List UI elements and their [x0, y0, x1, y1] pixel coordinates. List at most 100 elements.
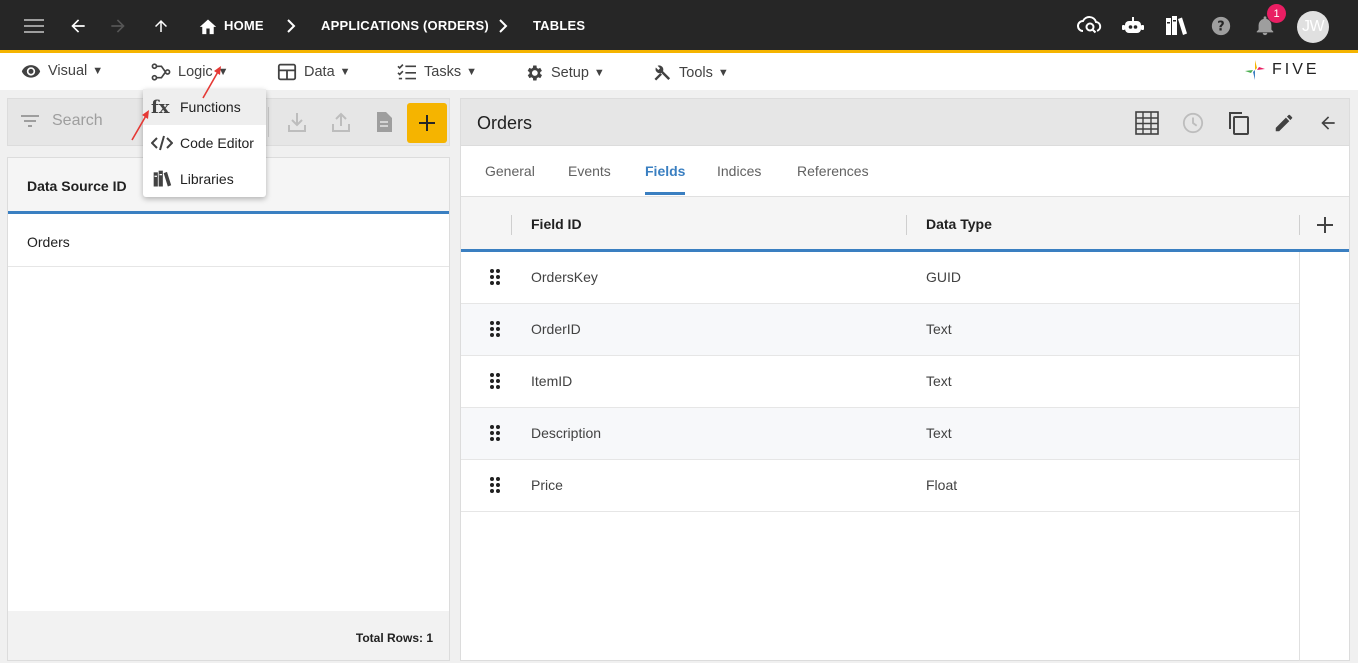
search-placeholder: Search	[52, 112, 103, 129]
gear-icon	[527, 65, 542, 81]
brand-text: FIVE	[1272, 61, 1320, 78]
drag-handle-icon[interactable]	[489, 320, 501, 338]
list-item-label: Orders	[27, 234, 70, 250]
back-arrow-icon[interactable]	[1315, 110, 1341, 136]
caret-down-icon: ▼	[466, 66, 477, 78]
tab-indices[interactable]: Indices	[717, 163, 761, 179]
notification-badge: 1	[1267, 4, 1286, 23]
grid-header: Field ID Data Type	[461, 196, 1349, 252]
form-title: Orders	[477, 113, 533, 133]
user-avatar[interactable]: JW	[1297, 11, 1329, 43]
cell-field-id: OrderID	[531, 321, 581, 337]
annotation-arrow-icon	[202, 66, 221, 99]
menu-item-libraries[interactable]: Libraries	[143, 161, 266, 197]
chevron-right-icon	[287, 19, 296, 33]
checklist-icon	[397, 64, 416, 80]
column-header-data-type[interactable]: Data Type	[926, 216, 992, 232]
menu-item-functions-label: Functions	[180, 99, 241, 115]
menu-item-code-editor[interactable]: Code Editor	[143, 125, 266, 161]
tab-events[interactable]: Events	[568, 163, 611, 179]
tools-icon	[654, 65, 671, 81]
forward-arrow-icon[interactable]	[104, 12, 132, 40]
menu-data-label: Data	[304, 64, 335, 80]
table-row[interactable]: Description Text	[461, 408, 1299, 460]
menu-data[interactable]: Data ▼	[277, 63, 351, 81]
logic-icon	[151, 63, 171, 81]
drag-handle-icon[interactable]	[489, 476, 501, 494]
upload-icon[interactable]	[328, 109, 354, 135]
add-field-plus-icon[interactable]	[1316, 216, 1334, 234]
table-row[interactable]: OrdersKey GUID	[461, 252, 1299, 304]
cell-data-type: GUID	[926, 269, 961, 285]
plus-icon	[419, 115, 435, 131]
breadcrumb-applications[interactable]: APPLICATIONS (ORDERS)	[321, 18, 489, 33]
form-tabs: General Events Fields Indices References	[460, 146, 1350, 196]
logic-dropdown-menu: fx Functions Code Editor Libraries	[143, 89, 266, 197]
tab-fields[interactable]: Fields	[645, 163, 685, 179]
column-header-data-source-id[interactable]: Data Source ID	[27, 178, 127, 194]
five-logo: FIVE	[1244, 59, 1320, 81]
menu-tasks-label: Tasks	[424, 64, 462, 80]
grid-view-icon[interactable]	[1134, 110, 1160, 136]
svg-text:?: ?	[1217, 20, 1224, 35]
cell-data-type: Text	[926, 425, 952, 441]
drag-handle-icon[interactable]	[489, 424, 501, 442]
chevron-right-icon	[499, 19, 508, 33]
annotation-arrow-icon	[131, 110, 149, 141]
table-row[interactable]: OrderID Text	[461, 304, 1299, 356]
column-header-field-id[interactable]: Field ID	[531, 216, 582, 232]
list-footer: Total Rows: 1	[8, 611, 449, 660]
edit-pencil-icon[interactable]	[1271, 110, 1297, 136]
caret-down-icon: ▼	[717, 67, 729, 79]
help-icon[interactable]: ?	[1207, 12, 1235, 40]
cell-data-type: Float	[926, 477, 958, 493]
table-row[interactable]: Price Float	[461, 460, 1299, 512]
add-record-button[interactable]	[407, 103, 447, 143]
breadcrumb-home[interactable]: HOME	[224, 18, 264, 33]
drag-handle-icon[interactable]	[489, 372, 501, 390]
history-clock-icon[interactable]	[1180, 110, 1206, 136]
cell-field-id: Price	[531, 477, 563, 493]
menu-visual[interactable]: Visual ▼	[21, 63, 103, 79]
library-books-icon[interactable]	[1162, 12, 1190, 40]
caret-down-icon: ▼	[92, 65, 104, 77]
back-arrow-icon[interactable]	[64, 12, 92, 40]
active-tab-indicator	[645, 192, 685, 195]
copy-icon[interactable]	[1226, 110, 1252, 136]
data-source-list: Data Source ID Orders Total Rows: 1	[7, 157, 450, 661]
search-input[interactable]: Search	[20, 112, 103, 130]
menu-item-libraries-label: Libraries	[180, 171, 234, 187]
download-icon[interactable]	[284, 109, 310, 135]
document-icon[interactable]	[371, 109, 397, 135]
tab-general[interactable]: General	[485, 163, 535, 179]
table-row[interactable]: ItemID Text	[461, 356, 1299, 408]
filter-icon	[21, 115, 39, 127]
breadcrumb-tables[interactable]: TABLES	[533, 18, 585, 33]
menu-setup-label: Setup	[551, 65, 589, 81]
drag-handle-icon[interactable]	[489, 268, 501, 286]
table-icon	[277, 63, 297, 81]
menu-item-code-editor-label: Code Editor	[180, 135, 254, 151]
menu-setup[interactable]: Setup ▼	[524, 63, 605, 83]
caret-down-icon: ▼	[593, 67, 605, 79]
five-logo-icon	[1245, 60, 1265, 80]
list-item[interactable]: Orders	[8, 217, 449, 267]
app-bar: HOME APPLICATIONS (ORDERS) TABLES ? 1 JW	[0, 0, 1358, 53]
menu-tools[interactable]: Tools ▼	[652, 63, 729, 83]
cell-field-id: ItemID	[531, 373, 573, 389]
menu-visual-label: Visual	[48, 63, 88, 79]
up-arrow-icon[interactable]	[147, 12, 175, 40]
toolbar-divider	[268, 107, 269, 137]
menu-tasks[interactable]: Tasks ▼	[397, 63, 477, 81]
eye-icon	[21, 65, 41, 78]
library-books-icon	[143, 169, 180, 189]
tab-references[interactable]: References	[797, 163, 869, 179]
chatbot-icon[interactable]	[1119, 12, 1147, 40]
total-rows: Total Rows: 1	[355, 631, 433, 645]
column-divider	[511, 215, 512, 235]
cell-data-type: Text	[926, 373, 952, 389]
cell-data-type: Text	[926, 321, 952, 337]
cloud-search-icon[interactable]	[1076, 12, 1104, 40]
home-icon[interactable]	[194, 12, 222, 40]
hamburger-menu-icon[interactable]	[20, 12, 48, 40]
